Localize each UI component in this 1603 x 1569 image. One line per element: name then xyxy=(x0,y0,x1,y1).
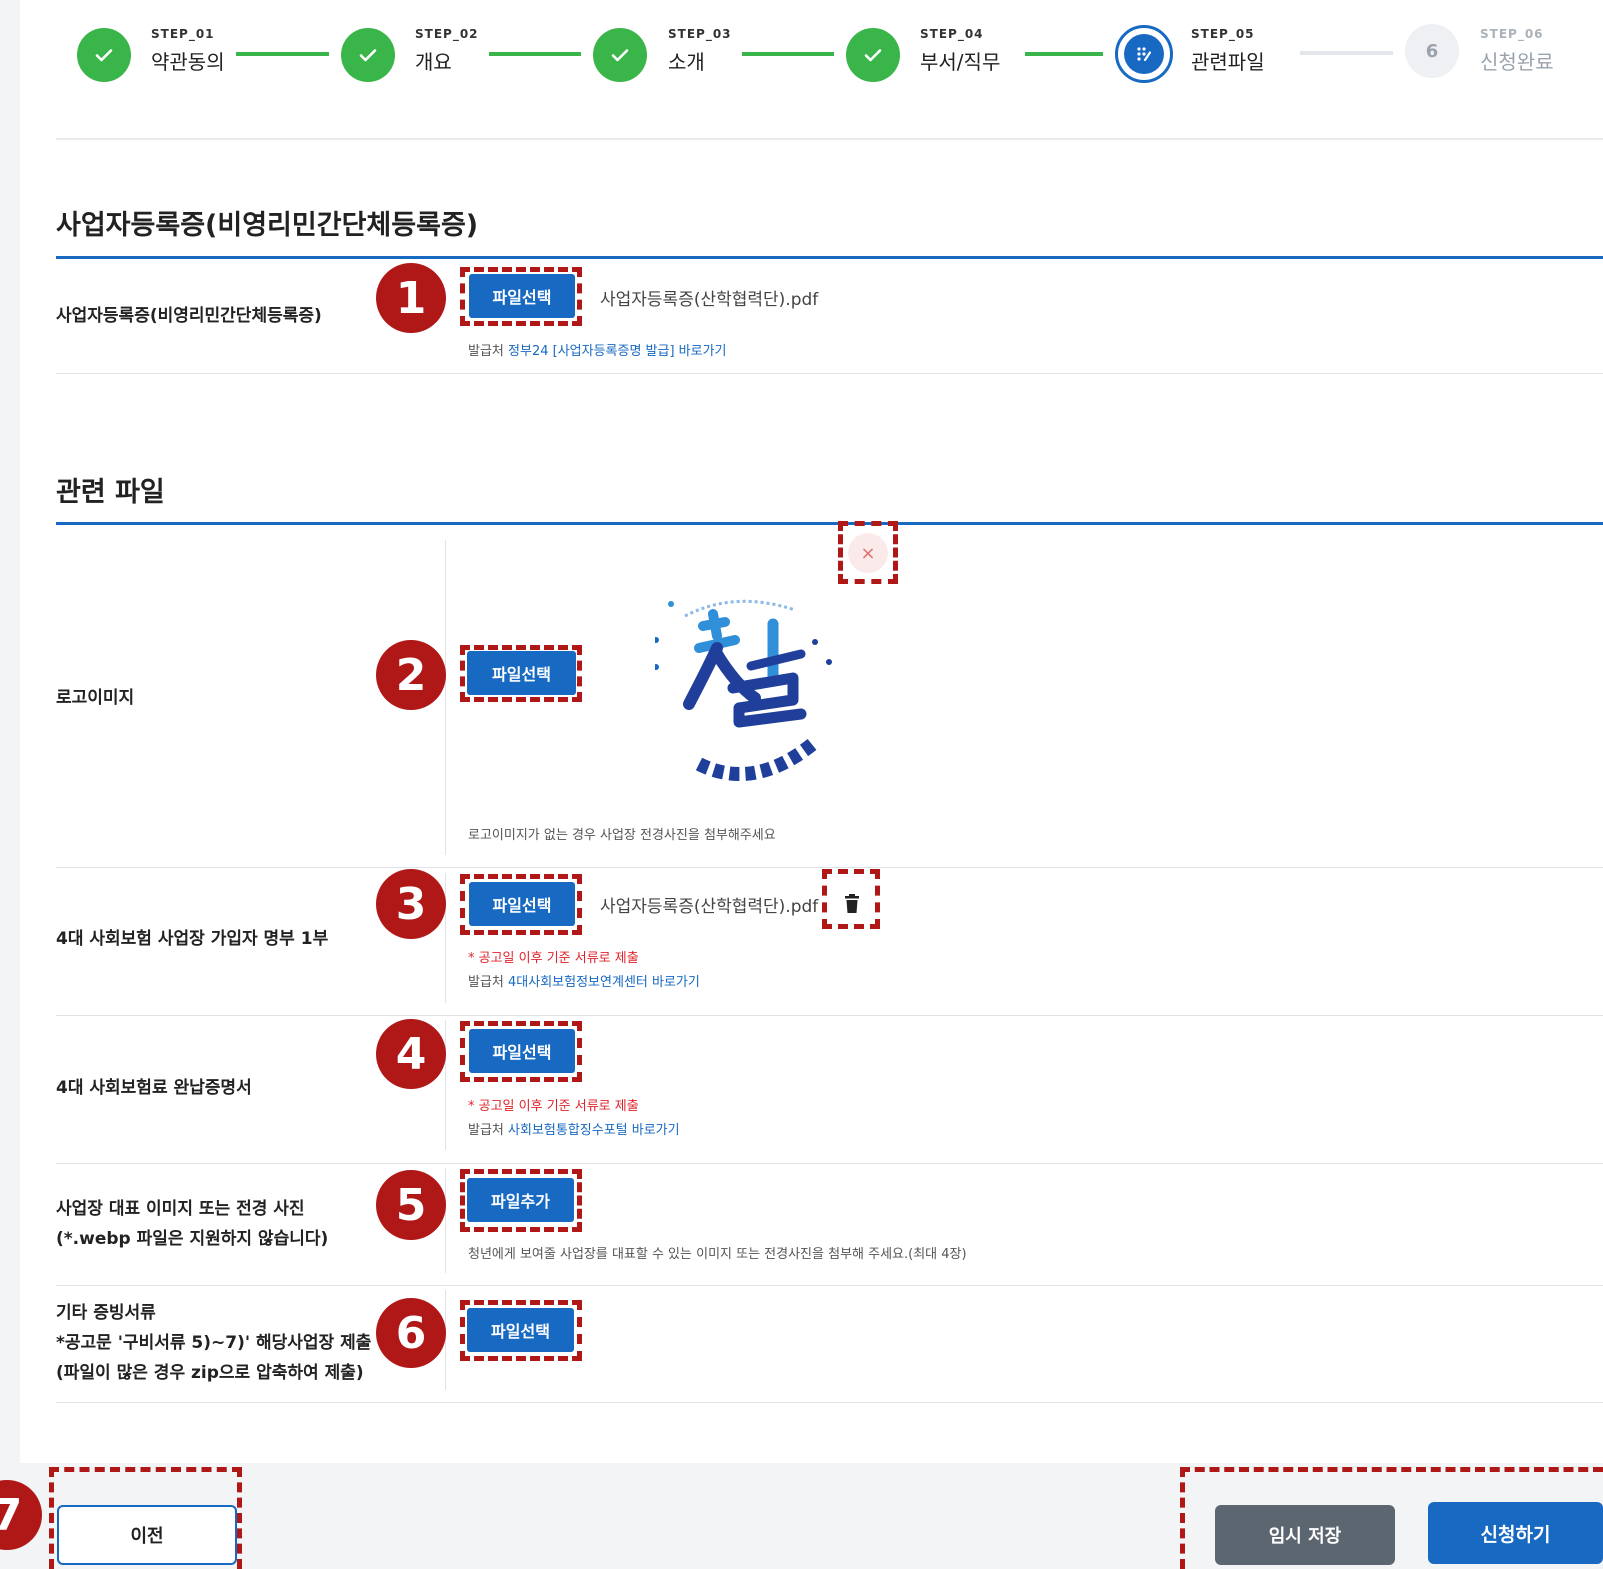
field-label-business: 사업자등록증(비영리민간단체등록증) xyxy=(56,306,322,326)
row-divider xyxy=(56,1285,1603,1286)
step-code: STEP_06 xyxy=(1480,27,1544,41)
section-rule xyxy=(56,256,1603,259)
insurance-cert-file-select-button[interactable]: 파일선택 xyxy=(469,1029,575,1073)
step-label: 소개 xyxy=(668,50,705,74)
submit-button[interactable]: 신청하기 xyxy=(1428,1502,1603,1564)
logo-file-select-button[interactable]: 파일선택 xyxy=(467,651,576,695)
insurance-portal-link[interactable]: 사회보험통합징수포털 바로가기 xyxy=(508,1123,680,1138)
logo-help-text: 로고이미지가 없는 경우 사업장 전경사진을 첨부해주세요 xyxy=(468,828,776,843)
row-divider xyxy=(56,373,1603,374)
step-connector xyxy=(742,52,834,56)
column-divider xyxy=(445,1020,446,1150)
step-label: 약관동의 xyxy=(151,50,225,74)
insurance-cert-note: * 공고일 이후 기준 서류로 제출 xyxy=(468,1099,639,1114)
step-connector xyxy=(489,52,581,56)
step-label: 부서/직무 xyxy=(920,50,1001,74)
workplace-images-help: 청년에게 보여줄 사업장를 대표할 수 있는 이미지 또는 전경사진을 첨부해 … xyxy=(468,1247,967,1262)
step-label: 관련파일 xyxy=(1191,50,1265,74)
row-divider xyxy=(56,1015,1603,1016)
column-divider xyxy=(445,873,446,1003)
annotation-badge: 6 xyxy=(376,1298,446,1368)
annotation-badge: 1 xyxy=(376,263,446,333)
insurance-list-note: * 공고일 이후 기준 서류로 제출 xyxy=(468,951,639,966)
annotation-badge: 5 xyxy=(376,1170,446,1240)
business-file-name: 사업자등록증(산학협력단).pdf xyxy=(600,290,819,310)
divider xyxy=(56,138,1603,140)
step-connector xyxy=(1300,51,1393,55)
insurance-cert-help: 발급처 사회보험통합징수포털 바로가기 xyxy=(468,1119,680,1138)
step-code: STEP_02 xyxy=(415,27,479,41)
field-label-other-docs-note: *공고문 '구비서류 5)~7)' 해당사업장 제출 xyxy=(56,1333,372,1353)
field-label-other-docs-zip: (파일이 많은 경우 zip으로 압축하여 제출) xyxy=(56,1363,364,1383)
annotation-badge: 3 xyxy=(376,869,446,939)
step-code: STEP_05 xyxy=(1191,27,1255,41)
step-label: 신청완료 xyxy=(1480,50,1554,74)
workplace-images-add-button[interactable]: 파일추가 xyxy=(467,1178,574,1222)
prev-button[interactable]: 이전 xyxy=(57,1505,237,1565)
annotation-badge: 2 xyxy=(376,640,446,710)
step-label: 개요 xyxy=(415,50,452,74)
check-icon xyxy=(593,28,647,82)
insurance-info-center-link[interactable]: 4대사회보험정보연계센터 바로가기 xyxy=(508,975,700,990)
temp-save-button[interactable]: 임시 저장 xyxy=(1215,1505,1395,1565)
field-label-insurance-cert: 4대 사회보험료 완납증명서 xyxy=(56,1078,252,1098)
help-prefix: 발급처 xyxy=(468,975,504,990)
help-prefix: 발급처 xyxy=(468,344,504,359)
step-code: STEP_04 xyxy=(920,27,984,41)
row-divider xyxy=(56,867,1603,868)
section-title-business: 사업자등록증(비영리민간단체등록증) xyxy=(56,210,479,241)
trash-icon[interactable] xyxy=(840,890,864,918)
field-label-webp-note: (*.webp 파일은 지원하지 않습니다) xyxy=(56,1229,329,1249)
field-label-workplace-images: 사업장 대표 이미지 또는 전경 사진 xyxy=(56,1199,305,1219)
logo-preview-image xyxy=(653,596,855,796)
column-divider xyxy=(445,540,446,855)
field-label-insurance-list: 4대 사회보험 사업장 가입자 명부 1부 xyxy=(56,929,329,949)
column-divider xyxy=(445,1168,446,1273)
insurance-list-file-select-button[interactable]: 파일선택 xyxy=(469,882,575,926)
check-icon xyxy=(341,28,395,82)
annotation-badge: 4 xyxy=(376,1019,446,1089)
left-gutter xyxy=(0,0,20,1569)
insurance-list-file-name: 사업자등록증(산학협력단).pdf xyxy=(600,897,819,917)
section-title-files: 관련 파일 xyxy=(56,477,165,508)
check-icon xyxy=(77,28,131,82)
step-connector xyxy=(236,52,329,56)
other-docs-file-select-button[interactable]: 파일선택 xyxy=(467,1308,574,1352)
help-prefix: 발급처 xyxy=(468,1123,504,1138)
current-step-icon xyxy=(1115,25,1173,83)
gov24-link[interactable]: 정부24 [사업자등록증명 발급] 바로가기 xyxy=(508,344,726,359)
business-file-select-button[interactable]: 파일선택 xyxy=(469,274,575,318)
close-icon[interactable]: × xyxy=(848,533,888,573)
step-code: STEP_03 xyxy=(668,27,732,41)
step-number: 6 xyxy=(1405,24,1459,78)
check-icon xyxy=(846,28,900,82)
business-issuer-help: 발급처 정부24 [사업자등록증명 발급] 바로가기 xyxy=(468,340,727,359)
progress-stepper: STEP_01 약관동의 STEP_02 개요 STEP_03 소개 STEP_… xyxy=(0,0,1603,120)
row-divider xyxy=(56,1402,1603,1403)
section-rule xyxy=(56,522,1603,525)
field-label-other-docs: 기타 증빙서류 xyxy=(56,1303,156,1323)
step-code: STEP_01 xyxy=(151,27,215,41)
row-divider xyxy=(56,1163,1603,1164)
insurance-list-help: 발급처 4대사회보험정보연계센터 바로가기 xyxy=(468,971,700,990)
field-label-logo: 로고이미지 xyxy=(56,688,135,708)
step-connector xyxy=(1025,52,1103,56)
